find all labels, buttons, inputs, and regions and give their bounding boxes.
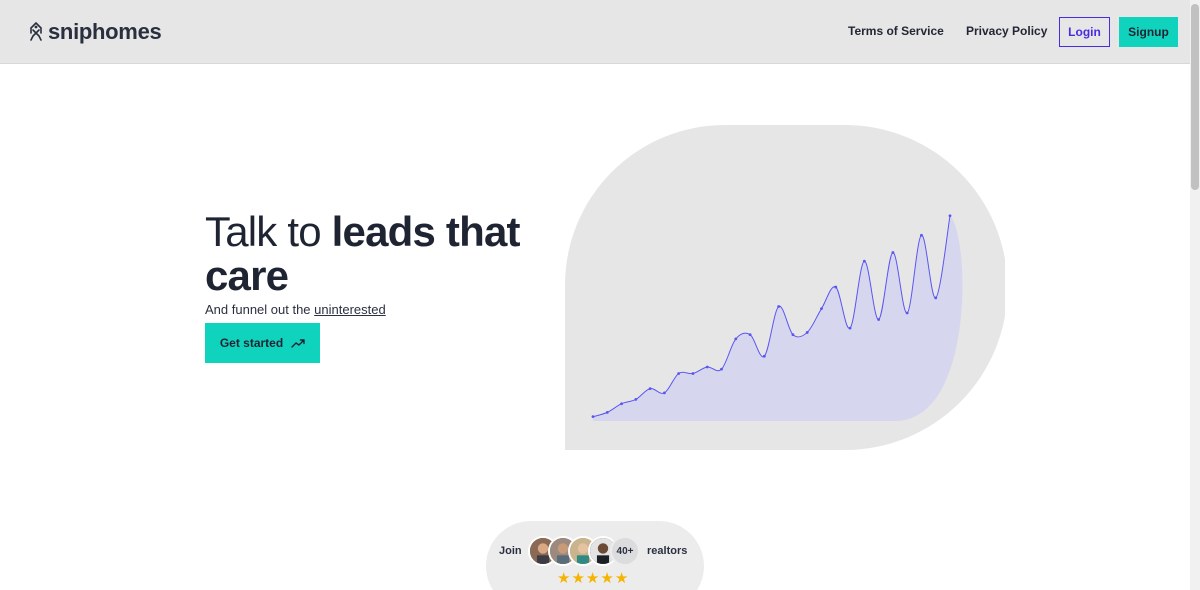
landing-page: sniphomes Terms of Service Privacy Polic… xyxy=(0,0,1200,590)
rating-stars: ★ ★ ★ ★ ★ xyxy=(557,571,628,586)
star-icon: ★ xyxy=(571,570,585,587)
chart-point xyxy=(862,259,866,263)
chart-point xyxy=(605,410,609,414)
terms-of-service-link[interactable]: Terms of Service xyxy=(848,24,944,38)
chart-point xyxy=(920,233,923,237)
hero-subtitle: And funnel out the uninterested xyxy=(205,302,386,317)
get-started-button[interactable]: Get started xyxy=(205,323,320,363)
star-icon: ★ xyxy=(585,570,600,587)
chart-point xyxy=(805,331,809,334)
top-nav-bar: sniphomes Terms of Service Privacy Polic… xyxy=(0,0,1190,64)
chart-point xyxy=(877,318,880,321)
brand-logo[interactable]: sniphomes xyxy=(28,19,162,45)
star-icon: ★ xyxy=(600,570,614,587)
realtors-label: realtors xyxy=(647,545,688,557)
chart-point xyxy=(848,326,852,330)
growth-chart-svg xyxy=(565,125,1005,450)
brand-name: sniphomes xyxy=(48,19,162,44)
star-icon: ★ xyxy=(557,570,571,587)
chart-point xyxy=(691,372,695,375)
chart-point xyxy=(591,415,595,419)
chart-point xyxy=(948,214,952,218)
chart-point xyxy=(634,398,638,401)
house-key-icon xyxy=(30,22,42,41)
chart-point xyxy=(720,367,723,371)
chart-point xyxy=(734,337,738,341)
vertical-scrollbar[interactable] xyxy=(1190,0,1200,590)
chart-point xyxy=(677,372,681,375)
login-button[interactable]: Login xyxy=(1059,17,1110,47)
chart-point xyxy=(934,296,938,300)
privacy-policy-link[interactable]: Privacy Policy xyxy=(966,24,1047,38)
chart-point xyxy=(748,333,752,336)
chart-point xyxy=(620,402,623,406)
growth-chart xyxy=(565,125,1005,450)
chart-point xyxy=(705,365,709,369)
chart-point xyxy=(820,307,823,311)
hero-title-light: Talk to xyxy=(205,208,332,255)
hero-subtitle-prefix: And funnel out the xyxy=(205,302,315,317)
chart-point xyxy=(905,311,909,315)
chart-point xyxy=(791,333,795,336)
signup-button[interactable]: Signup xyxy=(1119,17,1178,47)
join-label: Join xyxy=(499,545,522,557)
trending-up-icon xyxy=(291,339,305,348)
avatar-count-badge: 40+ xyxy=(610,536,640,566)
chart-point xyxy=(891,251,895,254)
hero-subtitle-underlined: uninterested xyxy=(314,302,386,317)
chart-point xyxy=(777,305,781,308)
chart-point xyxy=(648,387,652,390)
scrollbar-thumb[interactable] xyxy=(1191,4,1199,190)
hero-title: Talk to leads that care xyxy=(205,210,565,298)
chart-point xyxy=(834,285,838,289)
get-started-label: Get started xyxy=(219,336,284,350)
star-icon: ★ xyxy=(614,570,629,587)
chart-point xyxy=(663,391,666,395)
chart-point xyxy=(762,354,766,358)
